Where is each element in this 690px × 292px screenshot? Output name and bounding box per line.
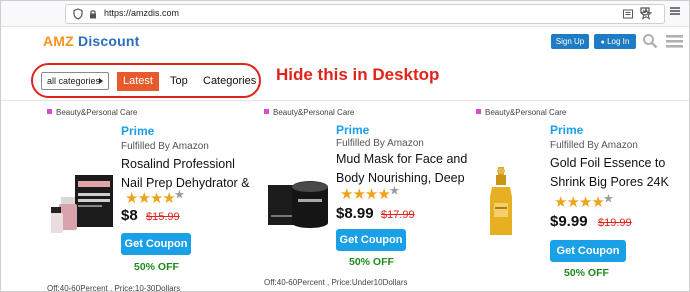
coupon-label: Get Coupon (556, 245, 620, 257)
prime-label: Prime (550, 123, 584, 137)
product-title-line1: Mud Mask for Face and (336, 152, 468, 166)
old-price: $15.99 (146, 211, 180, 223)
old-price: $17.99 (381, 209, 415, 221)
fulfilled-label: Fulfilled By Amazon (336, 138, 424, 149)
address-bar[interactable]: https://amzdis.com (65, 4, 665, 24)
page: https://amzdis.com AMZ Discount Sign Up … (0, 0, 690, 292)
get-coupon-button[interactable]: Get Coupon (550, 240, 626, 262)
get-coupon-button[interactable]: Get Coupon (121, 233, 191, 255)
hamburger-menu-icon[interactable] (666, 33, 683, 49)
star-empty-icon: ★ (174, 189, 184, 201)
product-card: Beauty&Personal Care Prime Fulfilled By … (47, 101, 262, 292)
product-price: $8.99 (336, 205, 374, 222)
annotation-text: Hide this in Desktop (276, 65, 440, 84)
category-marker-icon (264, 109, 269, 114)
discount-label: 50% OFF (349, 256, 394, 268)
category-select[interactable]: all categories (41, 72, 109, 90)
log-in-label: Log In (607, 37, 630, 46)
url-text: https://amzdis.com (104, 8, 180, 18)
tab-categories[interactable]: Categories (203, 75, 256, 87)
product-card: Beauty&Personal Care Prime Fulfilled By … (264, 101, 479, 291)
star-rating: ★★★★ ★ (554, 193, 613, 211)
product-card: Beauty&Personal Care Prime Fulfilled By … (476, 101, 689, 291)
product-category-label: Beauty&Personal Care (485, 108, 567, 117)
prime-label: Prime (336, 123, 370, 137)
prime-label: Prime (121, 124, 155, 138)
nail-kit-icon[interactable] (51, 173, 115, 235)
product-title-line2: Shrink Big Pores 24K (550, 175, 669, 189)
tab-top[interactable]: Top (170, 75, 188, 87)
category-select-value: all categories (47, 76, 101, 86)
star-icon: ★★★★ (554, 194, 605, 211)
product-title[interactable]: Gold Foil Essence to Shrink Big Pores 24… (550, 154, 689, 192)
product-title[interactable]: Mud Mask for Face and Body Nourishing, D… (336, 150, 474, 188)
pocket-icon[interactable] (639, 5, 651, 17)
get-coupon-button[interactable]: Get Coupon (336, 229, 406, 251)
logo-discount: Discount (78, 33, 140, 49)
tab-latest-label: Latest (123, 75, 153, 87)
fulfilled-label: Fulfilled By Amazon (550, 140, 638, 151)
star-empty-icon: ★ (603, 193, 613, 205)
product-category-label: Beauty&Personal Care (273, 108, 355, 117)
product-tags: Off:40-60Percent , Price:Under10Dollars (264, 278, 408, 287)
user-icon: ● (600, 39, 605, 46)
category-marker-icon (476, 109, 481, 114)
tab-latest[interactable]: Latest (117, 72, 159, 91)
log-in-button[interactable]: ● Log In (594, 34, 636, 49)
star-rating: ★★★★ ★ (340, 185, 399, 203)
caret-right-icon (99, 78, 103, 84)
reader-view-icon[interactable] (622, 8, 634, 20)
discount-label: 50% OFF (564, 267, 609, 279)
product-category[interactable]: Beauty&Personal Care (47, 108, 137, 117)
discount-label: 50% OFF (134, 261, 179, 273)
browser-toolbar: https://amzdis.com (1, 1, 689, 27)
coupon-label: Get Coupon (124, 238, 188, 250)
mud-mask-jar-icon[interactable] (268, 173, 330, 231)
product-category[interactable]: Beauty&Personal Care (264, 108, 354, 117)
product-title[interactable]: Rosalind Professionl Nail Prep Dehydrato… (121, 155, 251, 193)
menu-icon[interactable] (669, 5, 681, 17)
product-price: $8 (121, 207, 138, 224)
product-category[interactable]: Beauty&Personal Care (476, 108, 566, 117)
logo-amz: AMZ (43, 33, 74, 49)
star-empty-icon: ★ (389, 185, 399, 197)
product-tags: Off:40-60Percent , Price:10-30Dollars (47, 284, 181, 292)
site-logo[interactable]: AMZ Discount (43, 33, 140, 49)
category-marker-icon (47, 109, 52, 114)
product-title-line1: Rosalind Professionl (121, 157, 235, 171)
gold-serum-bottle-icon[interactable] (486, 167, 516, 239)
coupon-label: Get Coupon (339, 234, 403, 246)
site-header: AMZ Discount Sign Up ● Log In (1, 28, 689, 58)
search-icon[interactable] (642, 33, 658, 49)
product-price: $9.99 (550, 213, 588, 230)
fulfilled-label: Fulfilled By Amazon (121, 141, 209, 152)
lock-icon (90, 10, 96, 19)
star-icon: ★★★★ (125, 190, 176, 207)
star-icon: ★★★★ (340, 186, 391, 203)
sign-up-button[interactable]: Sign Up (551, 34, 589, 49)
product-category-label: Beauty&Personal Care (56, 108, 138, 117)
sign-up-label: Sign Up (555, 37, 585, 46)
product-title-line1: Gold Foil Essence to (550, 156, 666, 170)
shield-icon (73, 8, 83, 20)
star-rating: ★★★★ ★ (125, 189, 184, 207)
old-price: $19.99 (598, 217, 632, 229)
